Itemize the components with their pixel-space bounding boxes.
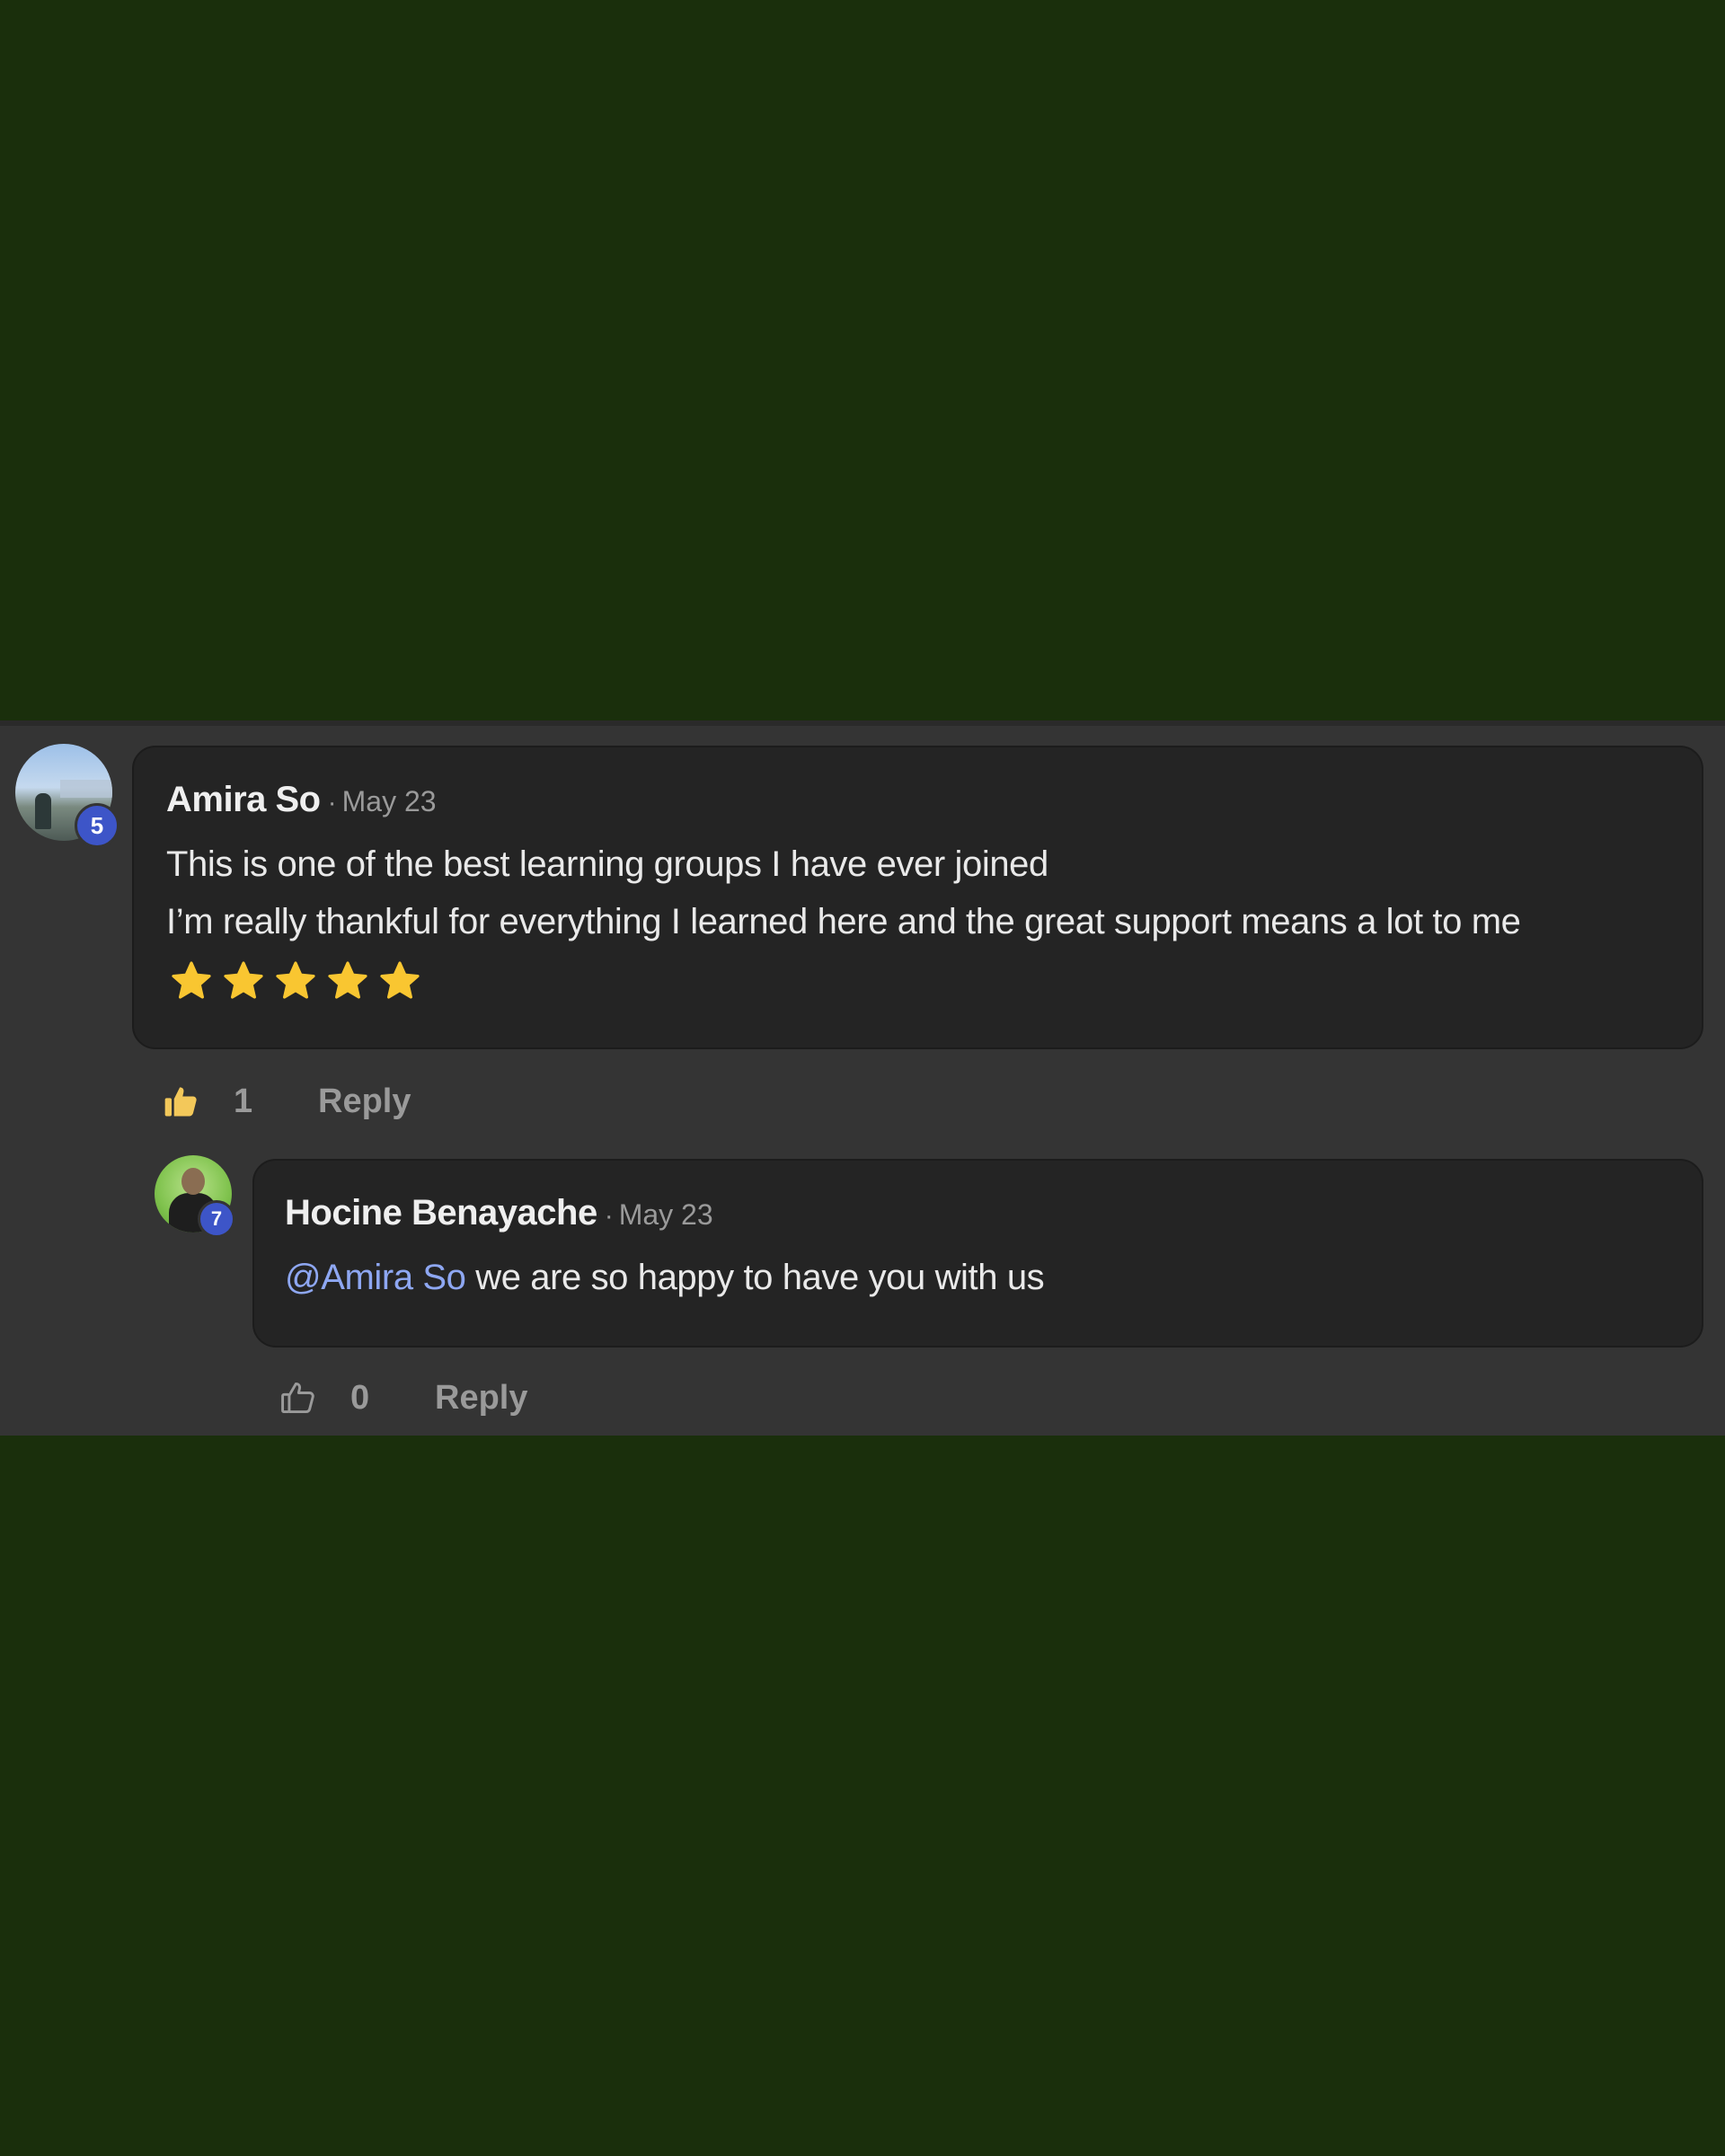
meta-separator: ·	[604, 1201, 614, 1231]
star-icon	[274, 961, 317, 1003]
comment-actions: 1 Reply	[162, 1082, 411, 1121]
reply-text: @Amira So we are so happy to have you wi…	[285, 1258, 1045, 1298]
avatar-detail	[181, 1168, 205, 1195]
comment-author[interactable]: Amira So	[166, 780, 321, 819]
comment-text-line: I’m really thankful for everything I lea…	[166, 902, 1521, 941]
reply-header: Hocine Benayache · May 23	[285, 1193, 713, 1233]
star-icon	[222, 961, 265, 1003]
star-icon	[326, 961, 369, 1003]
reply-button[interactable]: Reply	[435, 1379, 527, 1418]
avatar-detail	[60, 780, 112, 798]
comment-date[interactable]: May 23	[342, 785, 437, 817]
comment-thread: 5 Amira So · May 23 This is one of the bes…	[0, 720, 1725, 1436]
reply-button[interactable]: Reply	[318, 1082, 411, 1121]
comment-header: Amira So · May 23	[166, 780, 437, 820]
reply-actions: 0 Reply	[279, 1378, 527, 1418]
reply-author[interactable]: Hocine Benayache	[285, 1193, 597, 1233]
thumbs-up-filled-icon[interactable]	[162, 1082, 201, 1121]
reply-text-body: we are so happy to have you with us	[465, 1258, 1045, 1297]
mention-link[interactable]: @Amira So	[285, 1258, 466, 1297]
star-rating	[170, 961, 421, 1003]
level-badge: 7	[198, 1200, 235, 1238]
star-icon	[378, 961, 421, 1003]
star-icon	[170, 961, 213, 1003]
thumbs-up-outline-icon[interactable]	[279, 1378, 318, 1418]
reply-date[interactable]: May 23	[619, 1198, 713, 1231]
meta-separator: ·	[327, 788, 337, 817]
like-count: 0	[350, 1378, 370, 1417]
avatar-detail	[35, 793, 51, 829]
comment-text-line: This is one of the best learning groups …	[166, 844, 1048, 884]
level-badge: 5	[75, 803, 119, 848]
comment-bubble: Amira So · May 23 This is one of the best …	[132, 746, 1703, 1049]
reply-bubble: Hocine Benayache · May 23 @Amira So we are…	[252, 1159, 1703, 1348]
like-count: 1	[234, 1082, 253, 1120]
